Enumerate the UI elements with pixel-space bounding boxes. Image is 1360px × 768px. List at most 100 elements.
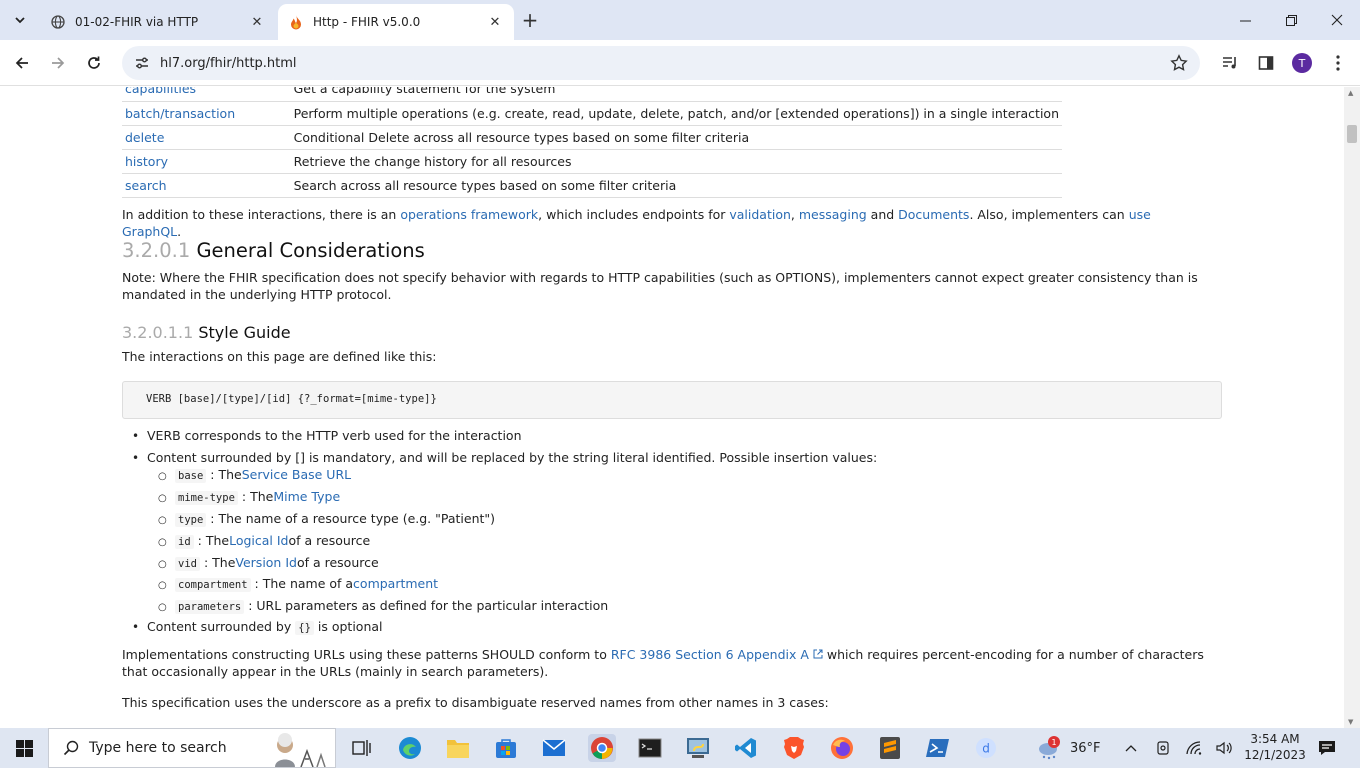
address-bar[interactable]: hl7.org/fhir/http.html: [122, 46, 1200, 80]
section-number: 3.2.0.1: [122, 239, 191, 262]
weather-widget[interactable]: 1 36°F: [1036, 728, 1101, 768]
bookmark-star-icon[interactable]: [1170, 54, 1188, 72]
meet-now-button[interactable]: [1149, 734, 1177, 762]
underscore-paragraph: This specification uses the underscore a…: [122, 695, 829, 710]
sub-list-item: ○ compartment : The name of a compartmen…: [158, 576, 438, 592]
new-tab-button[interactable]: +: [518, 8, 542, 32]
tab-search-menu-button[interactable]: [8, 8, 32, 32]
side-panel-button[interactable]: [1252, 49, 1280, 77]
messaging-link[interactable]: messaging: [799, 207, 867, 222]
param-code: compartment: [175, 578, 251, 592]
compartment-link[interactable]: compartment: [353, 576, 438, 591]
service-base-url-link[interactable]: Service Base URL: [242, 467, 351, 482]
store-taskbar-button[interactable]: [492, 734, 520, 762]
task-view-button[interactable]: [347, 734, 375, 762]
interaction-description: Perform multiple operations (e.g. create…: [290, 101, 1062, 126]
close-tab-icon[interactable]: ✕: [248, 13, 266, 31]
firefox-icon: [831, 737, 853, 759]
browser-toolbar: hl7.org/fhir/http.html T: [0, 40, 1360, 86]
bullet: ○: [158, 559, 167, 570]
bullet: ○: [158, 580, 167, 591]
tab-http-fhir[interactable]: Http - FHIR v5.0.0 ✕: [278, 4, 514, 40]
section-title: Style Guide: [198, 323, 291, 342]
file-explorer-taskbar-button[interactable]: [444, 734, 472, 762]
speaker-icon: [1216, 741, 1232, 755]
interaction-link[interactable]: capabilities: [125, 87, 196, 96]
text: : URL parameters as defined for the part…: [248, 598, 609, 613]
rfc-3986-link[interactable]: RFC 3986 Section 6 Appendix A: [611, 647, 823, 662]
brave-lion-icon: [784, 737, 804, 759]
arrow-right-icon: [52, 57, 65, 69]
validation-link[interactable]: validation: [729, 207, 791, 222]
scroll-down-arrow-icon[interactable]: ▼: [1348, 718, 1353, 726]
interaction-link[interactable]: delete: [125, 130, 164, 145]
list-item: • Content surrounded by [] is mandatory,…: [132, 450, 877, 465]
windows-logo-icon: [15, 739, 33, 757]
scrollbar-thumb[interactable]: [1347, 125, 1357, 143]
terminal-icon: [638, 738, 662, 758]
vscode-taskbar-button[interactable]: [732, 734, 760, 762]
page-scrollbar[interactable]: ▲ ▼: [1344, 87, 1360, 728]
interaction-description: Retrieve the change history for all reso…: [290, 149, 1062, 174]
code-block: VERB [base]/[type]/[id] {?_format=[mime-…: [122, 381, 1222, 419]
sub-list-item: ○ id : The Logical Id of a resource: [158, 533, 370, 549]
edge-taskbar-button[interactable]: [396, 734, 424, 762]
url-text[interactable]: hl7.org/fhir/http.html: [160, 56, 297, 71]
sublime-taskbar-button[interactable]: [876, 734, 904, 762]
firefox-taskbar-button[interactable]: [828, 734, 856, 762]
terminal-taskbar-button[interactable]: [636, 734, 664, 762]
documents-link[interactable]: Documents: [898, 207, 969, 222]
tab-title: 01-02-FHIR via HTTP: [75, 15, 199, 29]
profile-button[interactable]: T: [1288, 49, 1316, 77]
interaction-link[interactable]: batch/transaction: [125, 106, 235, 121]
app-d-taskbar-button[interactable]: d: [972, 734, 1000, 762]
text: ,: [790, 207, 799, 222]
version-id-link[interactable]: Version Id: [235, 555, 297, 570]
chrome-taskbar-button[interactable]: [588, 734, 616, 762]
reload-button[interactable]: [80, 49, 108, 77]
table-row: search Search across all resource types …: [122, 173, 1062, 198]
brave-taskbar-button[interactable]: [780, 734, 808, 762]
back-button[interactable]: [8, 49, 36, 77]
bullet: ○: [158, 493, 167, 504]
system-clock[interactable]: 3:54 AM 12/1/2023: [1240, 731, 1310, 763]
volume-button[interactable]: [1211, 734, 1239, 762]
forward-button[interactable]: [44, 49, 72, 77]
text: of a resource: [296, 555, 379, 570]
reading-list-button[interactable]: [1216, 49, 1244, 77]
python-idle-taskbar-button[interactable]: [684, 734, 712, 762]
network-button[interactable]: [1181, 734, 1209, 762]
mail-taskbar-button[interactable]: [540, 734, 568, 762]
logical-id-link[interactable]: Logical Id: [229, 533, 288, 548]
notifications-button[interactable]: [1313, 734, 1341, 762]
powershell-taskbar-button[interactable]: [924, 734, 952, 762]
restore-button[interactable]: [1268, 0, 1314, 40]
mime-type-link[interactable]: Mime Type: [273, 489, 340, 504]
optional-code: {}: [295, 621, 314, 635]
browser-menu-button[interactable]: [1324, 49, 1352, 77]
text: . Also, implementers can: [969, 207, 1129, 222]
tab-fhir-via-http[interactable]: 01-02-FHIR via HTTP ✕: [40, 4, 276, 40]
param-code: vid: [175, 557, 200, 571]
interaction-link[interactable]: history: [125, 154, 168, 169]
taskbar-search-box[interactable]: Type here to search: [48, 728, 336, 768]
folder-icon: [447, 740, 469, 758]
heading-style-guide: 3.2.0.1.1 Style Guide: [122, 323, 291, 342]
minimize-button[interactable]: [1222, 0, 1268, 40]
close-window-button[interactable]: [1314, 0, 1360, 40]
operations-framework-link[interactable]: operations framework: [400, 207, 538, 222]
start-button[interactable]: [0, 728, 48, 768]
site-settings-icon[interactable]: [134, 55, 150, 71]
show-hidden-icons-button[interactable]: [1117, 734, 1145, 762]
close-tab-icon[interactable]: ✕: [486, 13, 504, 31]
circle-d-app-icon: d: [976, 738, 996, 758]
tab-title: Http - FHIR v5.0.0: [313, 15, 421, 29]
list-item-text: VERB corresponds to the HTTP verb used f…: [147, 428, 522, 443]
interaction-link[interactable]: search: [125, 178, 167, 193]
param-code: parameters: [175, 600, 245, 614]
table-row: capabilities Get a capability statement …: [122, 87, 1062, 102]
media-queue-icon: [1223, 57, 1236, 69]
search-placeholder: Type here to search: [89, 740, 227, 756]
scroll-up-arrow-icon[interactable]: ▲: [1348, 89, 1353, 97]
interactions-intro: In addition to these interactions, there…: [122, 206, 1212, 240]
